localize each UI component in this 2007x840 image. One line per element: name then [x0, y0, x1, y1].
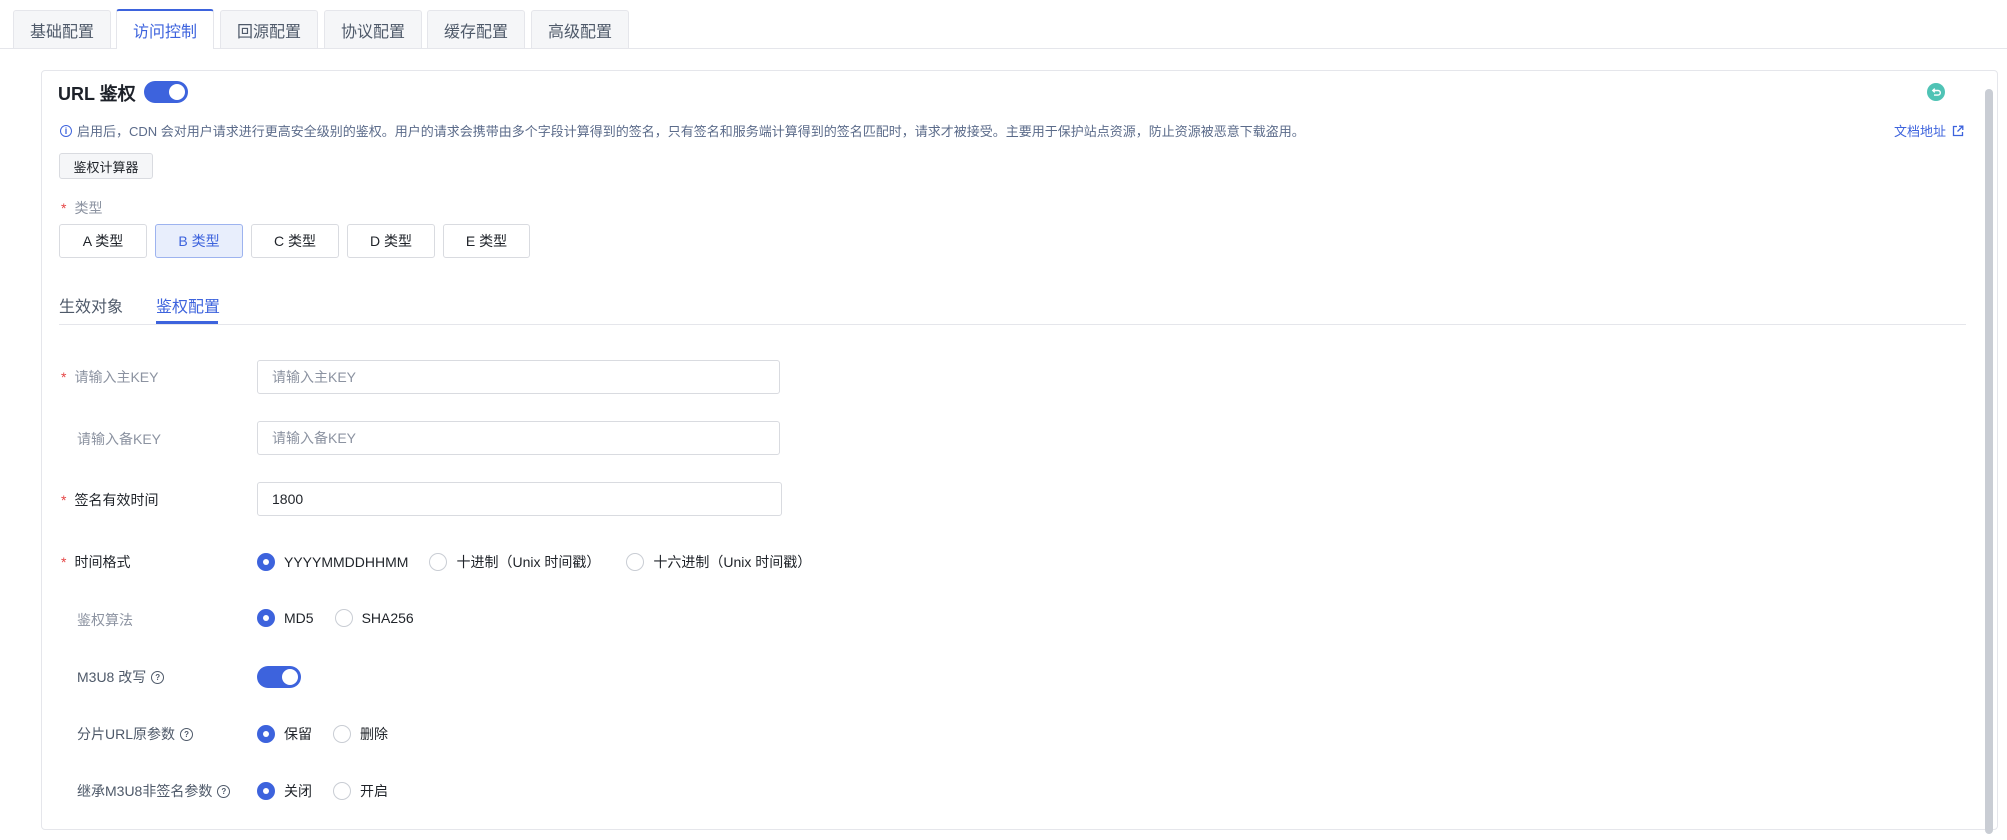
slice-params-option-delete[interactable]: 删除: [333, 724, 388, 744]
type-field-label: * 类型: [61, 200, 103, 216]
inherit-params-label: 继承M3U8非签名参数 ?: [77, 781, 231, 801]
tab-access-control[interactable]: 访问控制: [116, 9, 214, 49]
help-icon[interactable]: ?: [180, 727, 194, 741]
refresh-icon[interactable]: [1927, 83, 1945, 101]
m3u8-rewrite-label: M3U8 改写 ?: [77, 667, 165, 687]
slice-params-option-keep[interactable]: 保留: [257, 724, 312, 744]
algorithm-option-md5[interactable]: MD5: [257, 609, 314, 627]
expire-label: * 签名有效时间: [61, 492, 159, 508]
tab-protocol-config[interactable]: 协议配置: [324, 10, 422, 48]
time-format-option-hex[interactable]: 十六进制（Unix 时间戳）: [626, 552, 811, 572]
config-tabs: 基础配置 访问控制 回源配置 协议配置 缓存配置 高级配置: [0, 0, 2007, 49]
inherit-params-radio-group: 关闭 开启: [257, 781, 388, 801]
inherit-params-option-on[interactable]: 开启: [333, 781, 388, 801]
doc-link-label[interactable]: 文档地址: [1894, 121, 1946, 140]
primary-key-input[interactable]: [257, 360, 780, 394]
type-e-button[interactable]: E 类型: [443, 224, 530, 258]
type-c-button[interactable]: C 类型: [251, 224, 339, 258]
radio-icon[interactable]: [334, 609, 353, 627]
info-text: 启用后，CDN 会对用户请求进行更高安全级别的鉴权。用户的请求会携带由多个字段计…: [77, 124, 1305, 139]
doc-link[interactable]: 文档地址: [1894, 121, 1964, 140]
radio-checked-icon[interactable]: [257, 782, 275, 800]
expire-input[interactable]: [257, 482, 782, 516]
type-a-button[interactable]: A 类型: [59, 224, 147, 258]
radio-checked-icon[interactable]: [257, 609, 275, 627]
radio-icon[interactable]: [333, 725, 351, 743]
external-link-icon: [1952, 125, 1964, 136]
tab-cache-config[interactable]: 缓存配置: [427, 10, 525, 48]
scrollbar[interactable]: [1983, 79, 1997, 834]
radio-checked-icon[interactable]: [257, 553, 275, 571]
radio-icon[interactable]: [429, 553, 448, 571]
help-icon[interactable]: ?: [217, 784, 231, 798]
help-icon[interactable]: ?: [151, 670, 165, 684]
algorithm-radio-group: MD5 SHA256: [257, 609, 414, 627]
subtab-auth-config[interactable]: 鉴权配置: [156, 293, 220, 317]
info-icon: i: [60, 124, 72, 137]
section-title: URL 鉴权: [58, 84, 136, 104]
auth-calculator-button[interactable]: 鉴权计算器: [59, 153, 153, 179]
slice-params-label: 分片URL原参数 ?: [77, 724, 194, 744]
tab-origin-config[interactable]: 回源配置: [220, 10, 318, 48]
type-d-button[interactable]: D 类型: [347, 224, 435, 258]
active-tab-indicator: [156, 321, 218, 324]
slice-params-radio-group: 保留 删除: [257, 724, 388, 744]
subtab-effective-objects[interactable]: 生效对象: [59, 293, 123, 317]
info-line: i 启用后，CDN 会对用户请求进行更高安全级别的鉴权。用户的请求会携带由多个字…: [60, 121, 1305, 140]
m3u8-rewrite-toggle[interactable]: [257, 666, 301, 688]
inherit-params-option-off[interactable]: 关闭: [257, 781, 312, 801]
time-format-option-decimal[interactable]: 十进制（Unix 时间戳）: [429, 552, 600, 572]
time-format-option-yyyymmddhhmm[interactable]: YYYYMMDDHHMM: [257, 553, 408, 571]
backup-key-input[interactable]: [257, 421, 780, 455]
algorithm-option-sha256[interactable]: SHA256: [334, 609, 414, 627]
time-format-label: * 时间格式: [61, 554, 131, 570]
primary-key-label: * 请输入主KEY: [61, 369, 159, 385]
url-auth-toggle[interactable]: [144, 81, 188, 103]
scrollbar-thumb[interactable]: [1985, 89, 1993, 834]
tab-basic-config[interactable]: 基础配置: [13, 10, 111, 48]
time-format-radio-group: YYYYMMDDHHMM 十进制（Unix 时间戳） 十六进制（Unix 时间戳…: [257, 552, 811, 572]
radio-icon[interactable]: [626, 553, 645, 571]
radio-icon[interactable]: [333, 782, 351, 800]
tab-advanced-config[interactable]: 高级配置: [531, 10, 629, 48]
algorithm-label: 鉴权算法: [77, 612, 133, 628]
radio-checked-icon[interactable]: [257, 725, 275, 743]
backup-key-label: 请输入备KEY: [77, 431, 162, 447]
sub-tabs: 生效对象 鉴权配置: [59, 286, 1966, 325]
type-b-button[interactable]: B 类型: [155, 224, 243, 258]
